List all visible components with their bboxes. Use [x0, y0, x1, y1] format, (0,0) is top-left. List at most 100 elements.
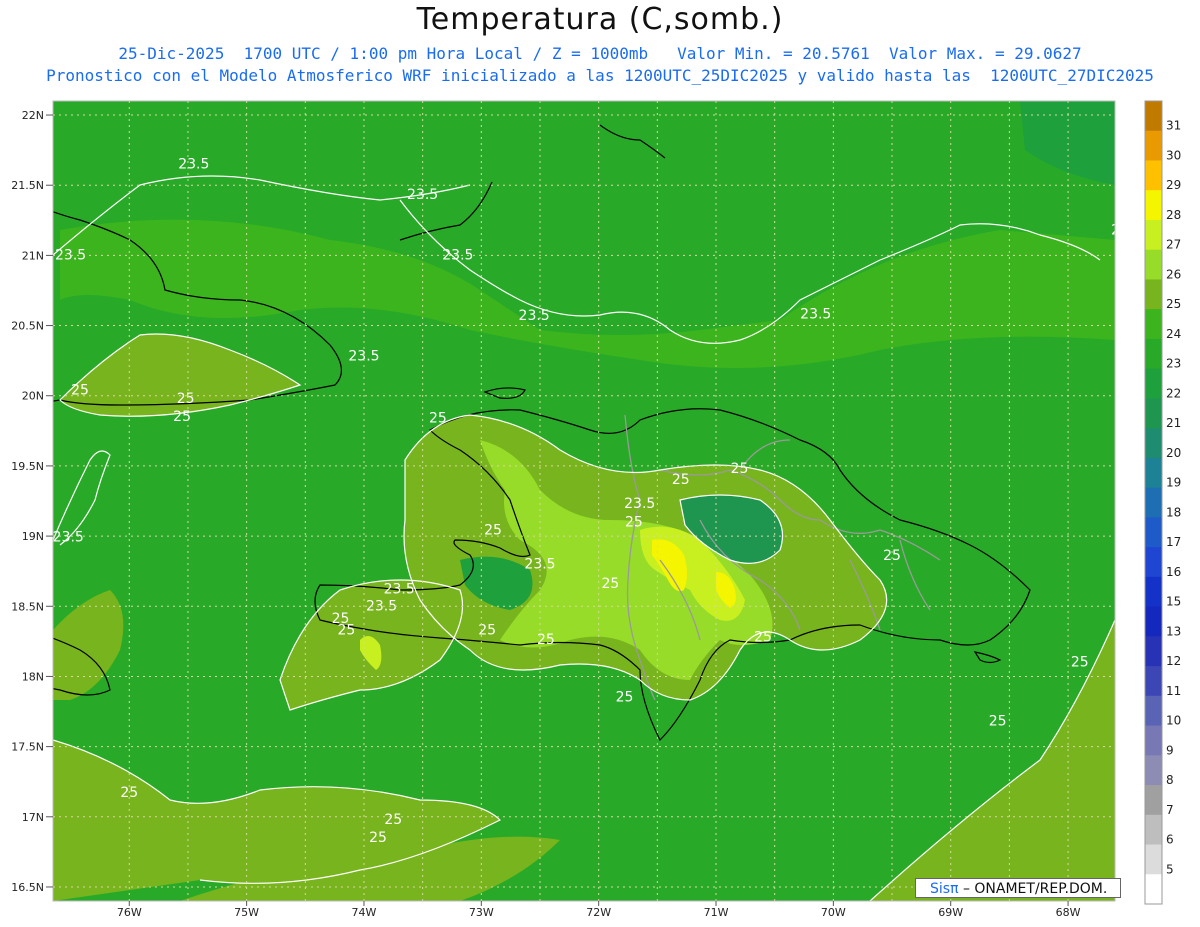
- colorbar-swatch: [1145, 814, 1162, 846]
- colorbar-swatch: [1145, 606, 1162, 637]
- lat-label: 20N: [22, 390, 44, 403]
- colorbar-label: 25: [1166, 297, 1181, 311]
- lon-label: 72W: [586, 906, 611, 919]
- lat-label: 22N: [22, 109, 44, 122]
- contour-label: 25: [537, 632, 555, 648]
- colorbar-swatch: [1145, 457, 1162, 489]
- colorbar-swatch: [1145, 398, 1162, 429]
- colorbar-label: 29: [1166, 178, 1181, 192]
- contour-label: 25: [883, 548, 901, 564]
- colorbar-label: 16: [1166, 565, 1181, 579]
- contour-label: 25: [429, 410, 447, 426]
- colorbar-swatch: [1145, 368, 1162, 399]
- lat-label: 21N: [22, 249, 44, 262]
- contour-label: 25: [71, 382, 89, 398]
- colorbar-label: 21: [1166, 416, 1181, 430]
- colorbar-swatch: [1145, 725, 1162, 756]
- colorbar-swatch: [1145, 249, 1162, 280]
- contour-label: 25: [384, 812, 402, 828]
- shaded-field: 23.523.523.5 23.523.5 23.523.523.5252525 25…: [53, 101, 1115, 901]
- colorbar-label: 7: [1166, 803, 1174, 817]
- lat-label: 21.5N: [11, 179, 44, 192]
- credit-sis: Sisπ: [930, 881, 959, 897]
- colorbar-label: 20: [1166, 446, 1181, 460]
- contour-label: 23.5: [800, 307, 831, 323]
- contour-label: 25: [173, 409, 191, 425]
- colorbar-label: 9: [1166, 743, 1174, 757]
- longitude-labels: 76W 75W 74W 73W 72W 71W 70W 69W 68W: [117, 901, 1081, 919]
- colorbar-swatch: [1145, 874, 1162, 905]
- colorbar-label: 15: [1166, 595, 1181, 609]
- colorbar-label: 8: [1166, 773, 1174, 787]
- colorbar-swatch: [1145, 576, 1162, 608]
- contour-label: 23.5: [384, 582, 415, 598]
- latitude-labels: 22N 21.5N 21N 20.5N 20N 19.5N 19N 18.5N 18N 17.5N…: [11, 109, 53, 894]
- colorbar-swatch: [1145, 666, 1162, 697]
- colorbar-swatch: [1145, 219, 1162, 251]
- contour-label: 25: [989, 714, 1007, 730]
- colorbar-swatch: [1145, 755, 1162, 786]
- contour-label: 23.5: [407, 187, 438, 203]
- lon-label: 68W: [1056, 906, 1081, 919]
- lon-label: 76W: [117, 906, 142, 919]
- colorbar-swatch: [1145, 160, 1162, 191]
- contour-label: 23.5: [366, 598, 397, 614]
- lon-label: 75W: [234, 906, 259, 919]
- colorbar-swatch: [1145, 636, 1162, 667]
- contour-label: 23.5: [624, 496, 655, 512]
- colorbar-swatch: [1145, 547, 1162, 578]
- colorbar-label: 6: [1166, 833, 1174, 847]
- colorbar-swatch: [1145, 785, 1162, 816]
- colorbar-swatch: [1145, 338, 1162, 370]
- colorbar-swatch: [1145, 844, 1162, 875]
- colorbar-label: 23: [1166, 357, 1181, 371]
- lon-label: 71W: [704, 906, 729, 919]
- colorbar-swatch: [1145, 101, 1162, 132]
- contour-label: 25: [754, 629, 772, 645]
- contour-label: 23.5: [53, 530, 84, 546]
- lon-label: 74W: [352, 906, 377, 919]
- lat-label: 17.5N: [11, 741, 44, 754]
- contour-label: 25: [731, 461, 749, 477]
- contour-label: 25: [625, 514, 643, 530]
- colorbar-label: 24: [1166, 327, 1181, 341]
- lon-label: 69W: [938, 906, 963, 919]
- colorbar-label: 5: [1166, 862, 1174, 876]
- colorbar-label: 12: [1166, 654, 1181, 668]
- colorbar-swatch: [1145, 428, 1162, 459]
- lat-label: 19N: [22, 530, 44, 543]
- contour-label: 25: [1071, 655, 1089, 671]
- colorbar-label: 27: [1166, 238, 1181, 252]
- contour-label: 25: [616, 690, 634, 706]
- contour-label: 25: [177, 391, 195, 407]
- colorbar-swatch: [1145, 279, 1162, 310]
- lon-label: 73W: [469, 906, 494, 919]
- colorbar-label: 18: [1166, 505, 1181, 519]
- lat-label: 20.5N: [11, 320, 44, 333]
- colorbar-label: 31: [1166, 119, 1181, 133]
- lat-label: 18.5N: [11, 600, 44, 613]
- colorbar-label: 26: [1166, 267, 1181, 281]
- contour-label: 25: [672, 472, 690, 488]
- lat-label: 18N: [22, 670, 44, 683]
- contour-label: 25: [369, 830, 387, 846]
- colorbar-label: 28: [1166, 208, 1181, 222]
- contour-label: 25: [337, 622, 355, 638]
- contour-label: 23.5: [348, 349, 379, 365]
- contour-label: 23.5: [178, 156, 209, 172]
- colorbar-swatch: [1145, 517, 1162, 548]
- colorbar-swatch: [1145, 130, 1162, 161]
- lat-label: 19.5N: [11, 460, 44, 473]
- lat-label: 17N: [22, 811, 44, 824]
- contour-label: 25: [601, 576, 619, 592]
- colorbar-swatch: [1145, 190, 1162, 221]
- temperature-map: 23.523.523.5 23.523.5 23.523.523.5252525 25…: [11, 100, 1181, 919]
- colorbar-swatch: [1145, 309, 1162, 340]
- colorbar-label: 17: [1166, 535, 1181, 549]
- colorbar-label: 11: [1166, 684, 1181, 698]
- colorbar-label: 19: [1166, 476, 1181, 490]
- colorbar-label: 13: [1166, 624, 1181, 638]
- colorbar-swatch: [1145, 487, 1162, 518]
- colorbar-swatch: [1145, 695, 1162, 727]
- colorbar-label: 22: [1166, 386, 1181, 400]
